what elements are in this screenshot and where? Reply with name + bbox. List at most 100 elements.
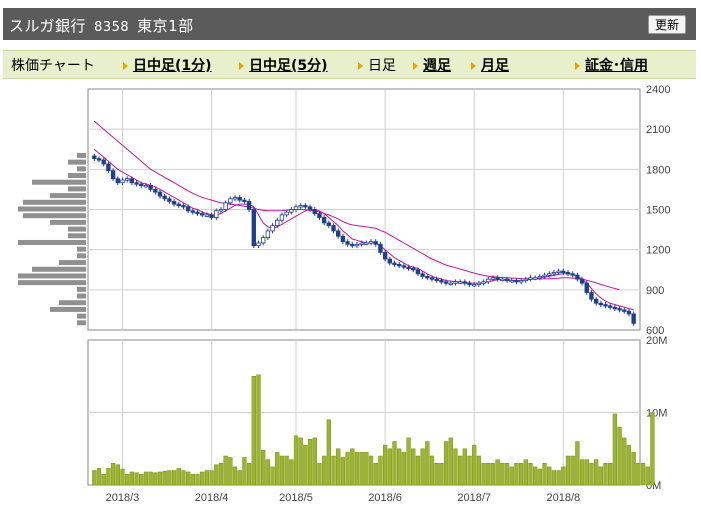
volume-bar [368,455,374,486]
volume-bar [284,455,289,486]
volume-profile-bar [59,300,86,306]
candle-body [265,230,271,239]
volume-bar [542,463,547,486]
volume-bar [547,466,552,486]
refresh-button[interactable]: 更新 [647,15,686,34]
candle-body [200,213,205,216]
candle-body [171,201,177,205]
title-bar: スルガ銀行 8358 東京1部 更新 [3,8,696,40]
candle-body [565,272,571,275]
volume-bar [486,463,491,486]
candle-body [561,270,566,273]
volume-bar [523,459,528,486]
tab-monthly[interactable]: 月足 [471,55,509,75]
candle-body [467,282,472,286]
price-tick-label: 1200 [646,245,670,257]
candle-body [256,242,261,247]
tab-weekly[interactable]: 週足 [413,55,451,75]
tab-margin[interactable]: 証金･信用 [575,55,648,75]
candle-body [448,282,453,286]
volume-profile-bar [77,166,86,172]
volume-tick-label: 10M [646,408,667,420]
candle-body [331,225,336,232]
candle-body [528,277,533,280]
candle-body [214,210,219,218]
volume-bar [307,439,313,486]
volume-profile-bar [23,213,86,219]
candle-body [420,273,425,277]
volume-tick-label: 20M [646,335,667,347]
candle-body [425,276,430,279]
market-name: 東京1部 [137,17,194,35]
candle-body [364,242,369,245]
candle-body [556,270,561,273]
volume-profile-bar [77,313,86,319]
volume-bar [293,435,299,486]
volume-bar [171,470,177,486]
candle-body [176,203,181,207]
volume-profile-bar [77,152,86,158]
volume-bar [289,459,294,486]
candle-body [509,280,514,283]
candle-body [223,202,228,210]
candle-body [472,284,477,287]
candle-body [382,251,388,260]
volume-bar [148,471,153,486]
candle-body [237,197,242,201]
candle-body [406,266,411,269]
volume-bar [617,426,622,486]
volume-bar [110,463,116,486]
volume-bar [237,470,242,486]
candle-body [518,280,524,283]
candle-body [481,281,486,284]
volume-bar [406,437,411,486]
candle-body [631,313,636,324]
volume-profile-bar [18,206,86,212]
candle-body [321,217,327,224]
volume-bar [533,466,538,486]
candle-body [396,263,402,267]
volume-profile-bar [77,293,86,299]
volume-bar [157,471,163,486]
volume-bar [495,459,500,486]
volume-bar [279,455,285,486]
volume-bar [345,452,350,486]
candle-body [589,292,594,300]
volume-bar [415,455,421,486]
price-tick-label: 1800 [646,164,670,176]
candle-body [298,205,303,208]
volume-bar [162,470,167,486]
volume-bar [270,466,275,486]
volume-profile-bar [77,320,86,326]
volume-bar [443,441,449,486]
candle-body [354,243,360,247]
candle-body [115,178,120,184]
candle-body [129,178,135,184]
volume-bar [125,473,130,486]
volume-bar [448,437,453,486]
tab-intraday-5min[interactable]: 日中足(5分) [239,55,328,75]
candle-body [579,278,585,284]
volume-bar [457,455,463,486]
tab-intraday-1min[interactable]: 日中足(1分) [123,55,212,75]
price-tick-label: 2100 [646,124,670,136]
volume-profile-bar [18,239,86,245]
volume-bar [453,448,458,486]
volume-bar [556,470,561,486]
company-name: スルガ銀行 [9,17,87,35]
candle-body [429,277,435,280]
candle-body [462,281,468,284]
candle-body [120,179,125,184]
volume-bar [575,441,580,486]
volume-bar [120,468,125,486]
volume-bar [139,473,144,486]
volume-bar [204,470,210,486]
volume-bar [645,466,650,486]
arrow-icon [575,62,580,70]
candle-body [101,159,106,165]
candle-body [336,230,341,237]
volume-bar [622,437,627,486]
candle-body [500,278,505,282]
candle-body [275,219,280,226]
price-tick-label: 1500 [646,205,670,217]
